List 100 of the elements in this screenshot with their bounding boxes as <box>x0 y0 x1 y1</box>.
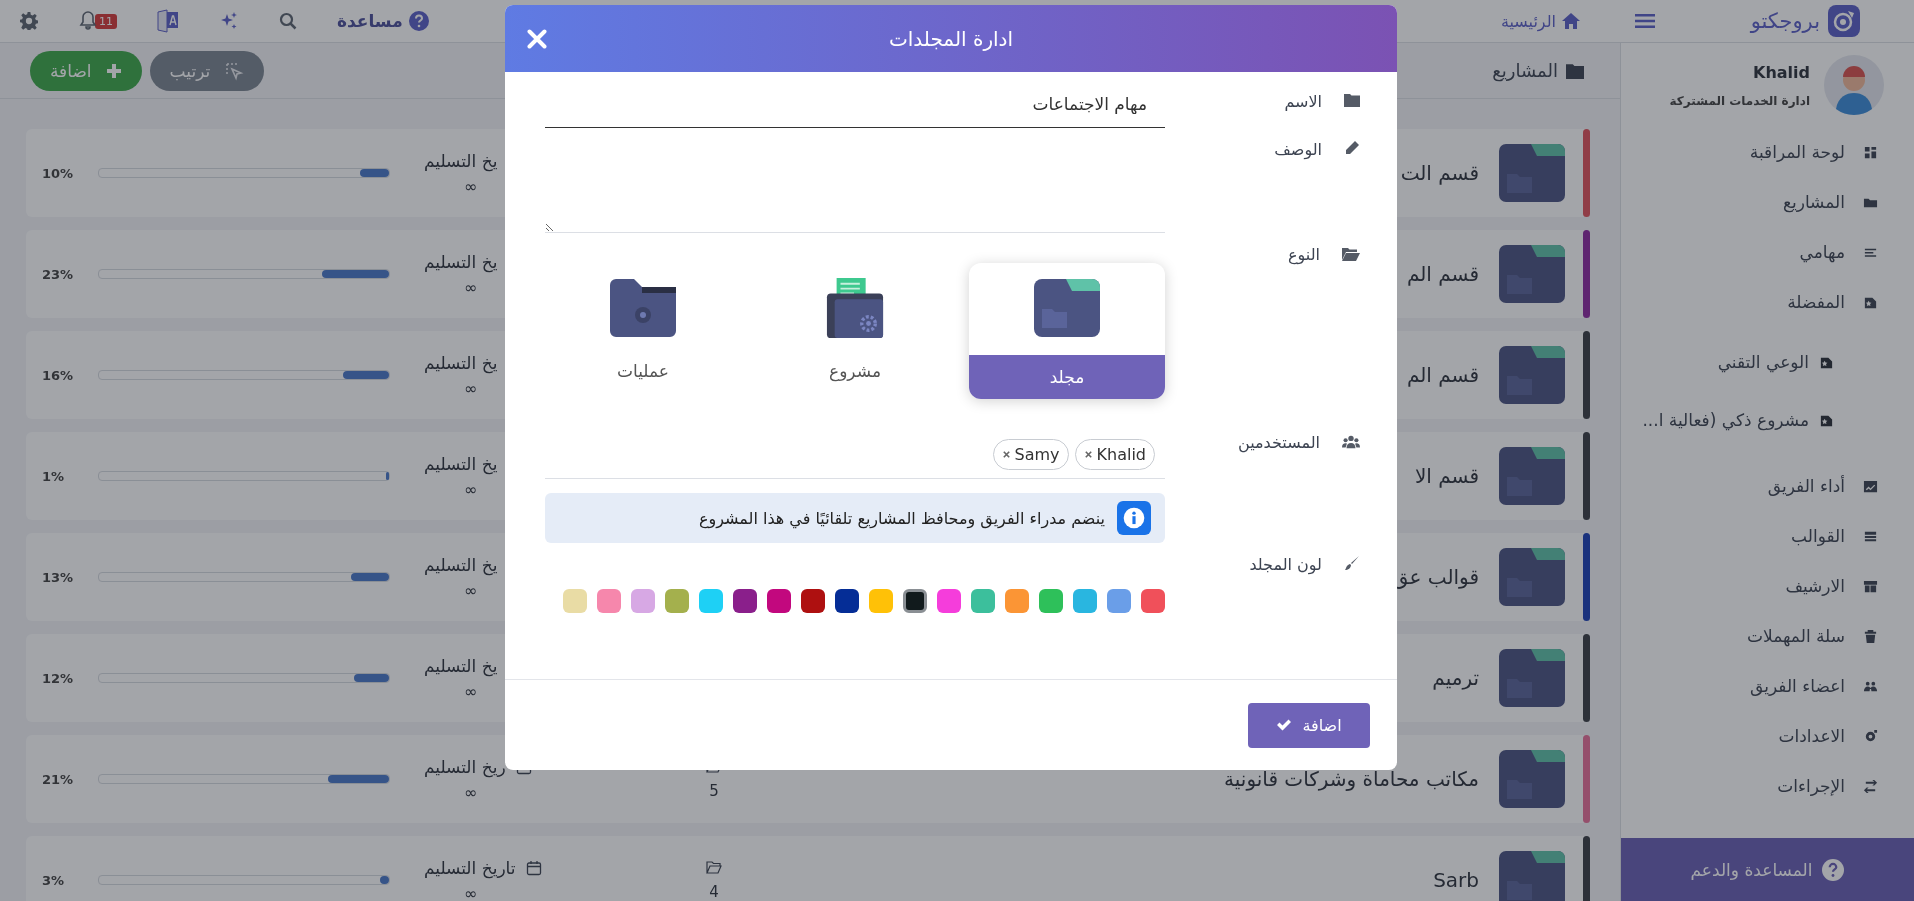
progress-percent: 21% <box>42 771 75 787</box>
menu-icon[interactable] <box>1634 13 1655 29</box>
sidebar-item[interactable]: أداء الفريق <box>1621 461 1878 511</box>
submit-button[interactable]: اضافة <box>1248 702 1370 748</box>
plus-icon <box>105 62 122 79</box>
brand-name: بروجكتو <box>1750 9 1820 33</box>
close-icon[interactable] <box>527 29 547 49</box>
check-icon <box>1276 717 1293 733</box>
due-date-label: تاريخ التسليم <box>424 857 516 878</box>
due-date-value: ∞ <box>464 176 478 196</box>
home-link[interactable]: الرئيسية <box>1500 11 1580 31</box>
search-icon[interactable] <box>279 12 297 30</box>
select-icon <box>224 60 245 81</box>
notification-badge: 11 <box>95 13 117 29</box>
folder-icon <box>1034 278 1100 338</box>
logo-icon <box>1828 5 1860 37</box>
project-title: مكاتب محاماة وشركات قانونية <box>1224 767 1479 791</box>
sidebar-item[interactable]: اعضاء الفريق <box>1621 661 1878 711</box>
color-swatch[interactable] <box>699 589 723 613</box>
color-swatch[interactable] <box>971 589 995 613</box>
due-date-value: ∞ <box>464 277 478 297</box>
color-swatch[interactable] <box>631 589 655 613</box>
folder-thumbnail <box>1499 245 1565 303</box>
folder-thumbnail <box>1499 851 1565 901</box>
folder-thumbnail <box>1499 649 1565 707</box>
bell-icon[interactable] <box>78 11 98 31</box>
progress-percent: 13% <box>42 569 75 585</box>
field-label: الوصف <box>1274 140 1322 159</box>
type-option[interactable]: عمليات <box>545 263 741 399</box>
sidebar-item[interactable]: المشاريع <box>1621 177 1878 227</box>
color-swatch[interactable] <box>563 589 587 613</box>
color-swatch[interactable] <box>1073 589 1097 613</box>
progress-percent: 16% <box>42 367 75 383</box>
due-date-value: ∞ <box>464 378 478 398</box>
color-swatch[interactable] <box>835 589 859 613</box>
project-title: ترميم <box>1432 666 1479 690</box>
due-date-value: ∞ <box>464 681 478 701</box>
color-swatch[interactable] <box>1039 589 1063 613</box>
due-date-label: ريخ التسليم <box>424 756 506 777</box>
folder-thumbnail <box>1499 346 1565 404</box>
pencil-icon <box>1344 140 1360 156</box>
progress-percent: 1% <box>42 468 66 484</box>
support-button[interactable]: المساعدة والدعم <box>1621 838 1914 901</box>
sidebar-item[interactable]: سلة المهملات <box>1621 611 1878 661</box>
translate-icon[interactable] <box>157 9 179 33</box>
sidebar-item[interactable]: الإجراءات <box>1621 761 1878 811</box>
color-swatch[interactable] <box>903 589 927 613</box>
field-label: لون المجلد <box>1249 555 1322 574</box>
help-link[interactable]: مساعدة <box>337 11 429 31</box>
progress-percent: 23% <box>42 266 75 282</box>
due-date-label: يخ التسليم <box>424 251 498 272</box>
color-swatch[interactable] <box>1141 589 1165 613</box>
color-swatch[interactable] <box>937 589 961 613</box>
sidebar-item[interactable]: الاعدادات <box>1621 711 1878 761</box>
dashboard-icon <box>1863 144 1878 160</box>
help-icon <box>1822 858 1845 881</box>
dialog-title: ادارة المجلدات <box>888 26 1014 51</box>
favorite-item[interactable]: مشروع ذكي (فعالية ا... <box>1621 391 1834 449</box>
project-title: قسم الا <box>1414 464 1479 488</box>
color-swatch[interactable] <box>733 589 757 613</box>
progress-percent: 10% <box>42 165 75 181</box>
favorite-item[interactable]: الوعي التقني <box>1621 333 1834 391</box>
open-folder-icon <box>1342 245 1360 263</box>
sidebar-item[interactable]: مهامي <box>1621 227 1878 277</box>
sidebar-item[interactable]: المفضلة <box>1621 277 1878 327</box>
due-date-label: يخ التسليم <box>424 554 498 575</box>
arrows-icon <box>1863 778 1878 794</box>
due-date-value: ∞ <box>464 580 478 600</box>
color-swatch[interactable] <box>1107 589 1131 613</box>
folder-count: 5 <box>709 782 719 800</box>
color-swatch[interactable] <box>665 589 689 613</box>
trash-icon <box>1863 628 1878 644</box>
remove-icon[interactable] <box>1083 450 1093 459</box>
user-department: ادارة الخدمات المشتركة <box>1669 93 1810 108</box>
color-swatch[interactable] <box>869 589 893 613</box>
home-icon <box>1562 12 1580 30</box>
settings-icon[interactable] <box>20 12 38 30</box>
folder-icon <box>1344 92 1360 108</box>
type-option[interactable]: مجلد <box>969 263 1165 399</box>
section-title: المشاريع <box>1492 60 1558 81</box>
project-title: Sarb <box>1433 868 1479 892</box>
field-label: الاسم <box>1284 92 1322 111</box>
due-date-label: يخ التسليم <box>424 150 498 171</box>
help-icon <box>408 11 429 31</box>
progress-percent: 12% <box>42 670 75 686</box>
avatar <box>1824 55 1884 115</box>
sort-button[interactable]: ترتيب <box>149 50 265 91</box>
color-swatch[interactable] <box>597 589 621 613</box>
folder-thumbnail <box>1499 750 1565 808</box>
color-swatch[interactable] <box>801 589 825 613</box>
sidebar-item[interactable]: القوالب <box>1621 511 1878 561</box>
sidebar-item[interactable]: لوحة المراقبة <box>1621 127 1878 177</box>
sidebar-item[interactable]: الارشيف <box>1621 561 1878 611</box>
type-option[interactable]: مشروع <box>757 263 953 399</box>
project-title: قسم الت <box>1400 161 1479 185</box>
color-swatch[interactable] <box>1005 589 1029 613</box>
color-swatch[interactable] <box>767 589 791 613</box>
project-title: قسم الم <box>1406 363 1479 387</box>
remove-icon[interactable] <box>1001 450 1011 459</box>
due-date-value: ∞ <box>464 782 478 802</box>
